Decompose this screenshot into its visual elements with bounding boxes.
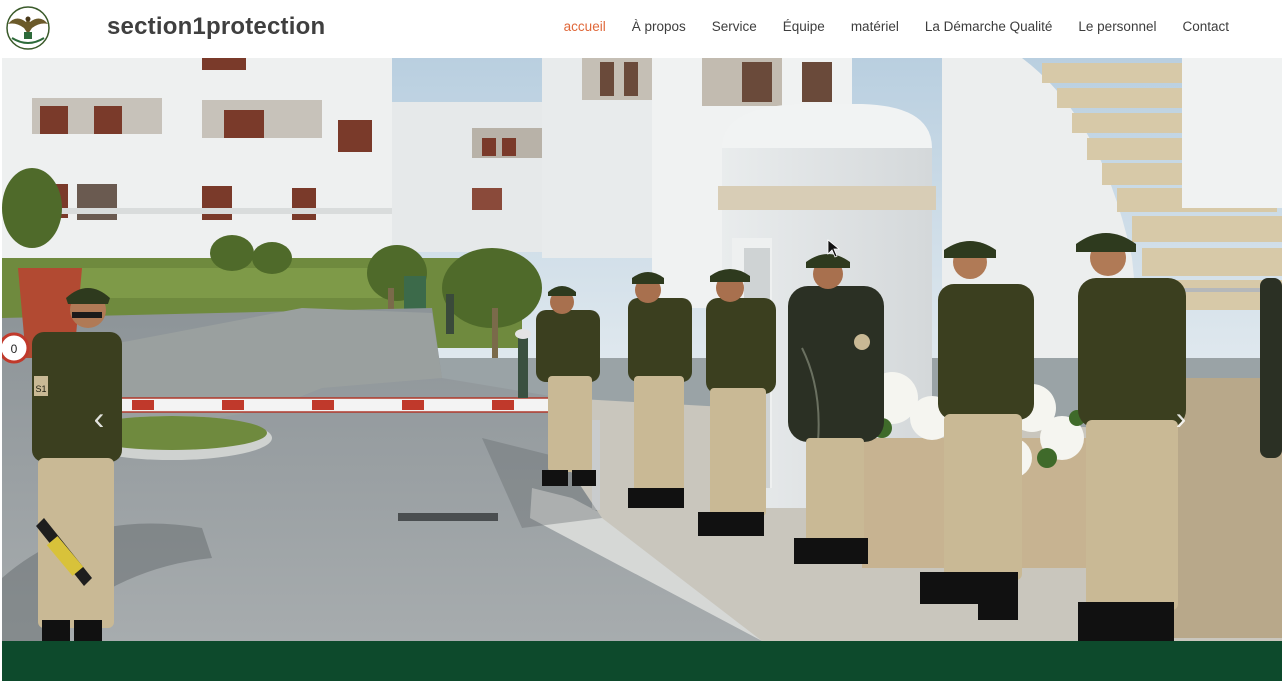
nav-item-equipe[interactable]: Équipe — [783, 19, 825, 34]
hero-image: 0 S1 — [2, 58, 1282, 641]
chevron-right-icon: › — [1175, 399, 1187, 436]
nav-item-materiel[interactable]: matériel — [851, 19, 899, 34]
page: section1protection accueil À propos Serv… — [0, 0, 1286, 681]
nav-item-service[interactable]: Service — [712, 19, 757, 34]
guard-figure — [628, 272, 692, 508]
chevron-left-icon: ‹ — [93, 399, 105, 436]
nav-item-accueil[interactable]: accueil — [564, 19, 606, 34]
site-header: section1protection accueil À propos Serv… — [0, 0, 1286, 58]
nav-item-contact[interactable]: Contact — [1182, 19, 1229, 34]
hero-slider: 0 S1 ‹ › — [2, 58, 1282, 641]
slider-next-button[interactable]: › — [1166, 398, 1196, 438]
brand-title[interactable]: section1protection — [107, 13, 325, 41]
guard-figure: S1 — [32, 288, 122, 641]
speed-sign-text: 0 — [11, 342, 18, 356]
nav-item-personnel[interactable]: Le personnel — [1078, 19, 1156, 34]
nav-item-demarche-qualite[interactable]: La Démarche Qualité — [925, 19, 1053, 34]
nav-item-a-propos[interactable]: À propos — [632, 19, 686, 34]
guard-badge: S1 — [35, 384, 46, 394]
main-nav: accueil À propos Service Équipe matériel… — [564, 19, 1229, 34]
eagle-emblem-icon[interactable] — [2, 4, 54, 52]
footer-bar — [2, 641, 1282, 681]
page-edge — [1282, 0, 1286, 681]
slider-prev-button[interactable]: ‹ — [84, 398, 114, 438]
